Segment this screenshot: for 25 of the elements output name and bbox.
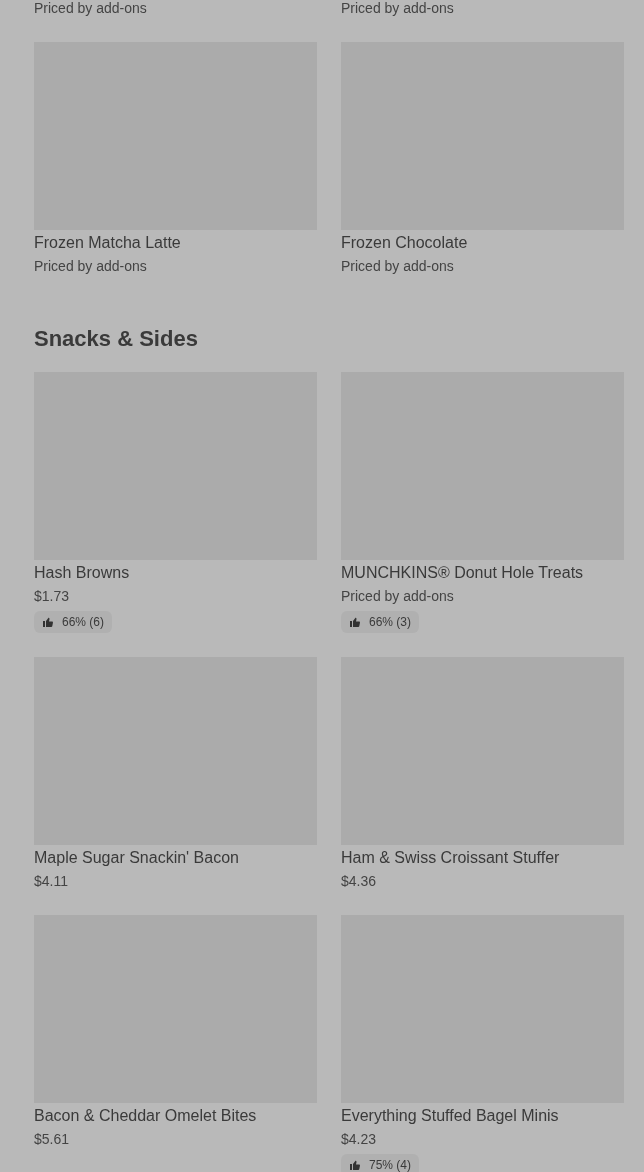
thumbs-up-icon xyxy=(42,616,54,628)
item-name[interactable]: Everything Stuffed Bagel Minis xyxy=(341,1105,559,1127)
item-name[interactable]: Frozen Matcha Latte xyxy=(34,232,181,254)
item-name[interactable]: MUNCHKINS® Donut Hole Treats xyxy=(341,562,584,584)
item-price: Priced by add-ons xyxy=(341,587,454,606)
rating-text: 66% (6) xyxy=(62,615,105,629)
thumbs-up-icon xyxy=(349,616,361,628)
item-name[interactable]: Hash Browns xyxy=(34,562,130,584)
item-price: $4.23 xyxy=(341,1130,377,1149)
item-name[interactable]: Ham & Swiss Croissant Stuffer xyxy=(341,847,560,869)
rating-text: 75% (4) xyxy=(369,1158,412,1172)
thumbs-up-icon xyxy=(349,1159,361,1171)
item-price: Priced by add-ons xyxy=(341,0,454,18)
item-price: $5.61 xyxy=(34,1130,70,1149)
item-price: $1.73 xyxy=(34,587,70,606)
rating-text: 66% (3) xyxy=(369,615,412,629)
item-price: Priced by add-ons xyxy=(341,257,454,276)
item-name[interactable]: Bacon & Cheddar Omelet Bites xyxy=(34,1105,257,1127)
item-price: $4.36 xyxy=(341,872,377,891)
item-price: Priced by add-ons xyxy=(34,257,147,276)
item-name[interactable]: Frozen Chocolate xyxy=(341,232,468,254)
item-price: $4.11 xyxy=(34,872,68,891)
section-heading: Snacks & Sides xyxy=(34,327,199,351)
item-name[interactable]: Maple Sugar Snackin' Bacon xyxy=(34,847,239,869)
item-price: Priced by add-ons xyxy=(34,0,147,18)
